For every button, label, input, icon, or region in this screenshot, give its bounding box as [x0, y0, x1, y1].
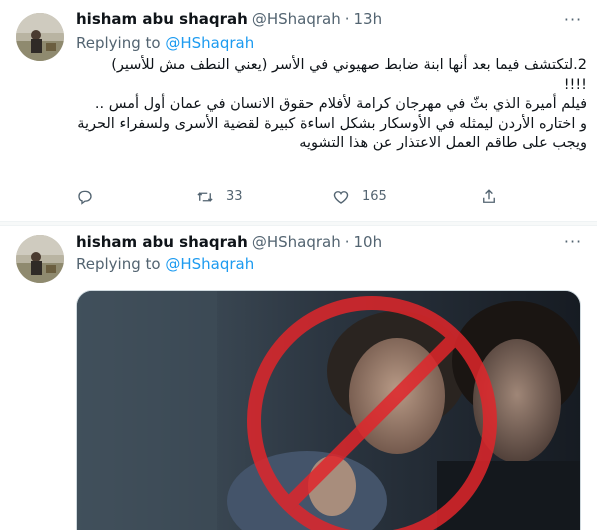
retweet-button[interactable]: 33 — [196, 186, 243, 208]
replying-to-label: Replying to — [76, 34, 166, 52]
more-options-button[interactable]: ··· — [563, 10, 583, 33]
author-handle[interactable]: @HShaqrah — [252, 9, 341, 29]
reply-button[interactable] — [76, 186, 94, 208]
replying-to-link[interactable]: @HShaqrah — [165, 255, 254, 273]
heart-icon — [333, 191, 349, 204]
avatar-image — [16, 13, 64, 61]
author-name[interactable]: hisham abu shaqrah — [76, 232, 248, 252]
separator: · — [344, 233, 350, 251]
share-button[interactable] — [480, 186, 498, 208]
tweet-text-line: !!!! — [563, 76, 587, 93]
replying-to: Replying to @HShaqrah — [76, 254, 254, 274]
replying-to-link[interactable]: @HShaqrah — [165, 34, 254, 52]
author-name[interactable]: hisham abu shaqrah — [76, 9, 248, 29]
tweet[interactable]: hisham abu shaqrah @HShaqrah · 13h ··· R… — [0, 0, 597, 221]
movie-still-image — [77, 291, 580, 530]
retweet-icon — [197, 192, 213, 202]
reply-icon — [78, 190, 92, 205]
tweet-header: hisham abu shaqrah @HShaqrah · 13h — [76, 9, 382, 29]
avatar-image — [16, 235, 64, 283]
replying-to: Replying to @HShaqrah — [76, 33, 254, 53]
tweet-actions: 33 165 — [76, 186, 516, 208]
more-horizontal-icon: ··· — [563, 10, 583, 29]
share-icon — [483, 189, 495, 203]
tweet-text-line: ويجب على طاقم العمل الاعتذار عن هذا التش… — [299, 135, 587, 151]
avatar[interactable] — [16, 235, 64, 283]
tweet-time[interactable]: 10h — [354, 232, 383, 252]
tweet-text-line: و اختاره الأردن ليمثله في الأوسكار بشكل … — [77, 115, 587, 132]
more-horizontal-icon: ··· — [563, 232, 583, 251]
retweet-count: 33 — [226, 189, 243, 204]
author-handle[interactable]: @HShaqrah — [252, 232, 341, 252]
avatar[interactable] — [16, 13, 64, 61]
tweet-text-line: فيلم أميرة الذي بثّ في مهرجان كرامة لأفل… — [94, 96, 587, 112]
like-button[interactable]: 165 — [332, 186, 387, 208]
tweet-text-line: 2.لتكتشف فيما بعد أنها ابنة ضابط صهيوني … — [111, 57, 587, 73]
tweet-time[interactable]: 13h — [354, 9, 383, 29]
tweet-text: 2.لتكتشف فيما بعد أنها ابنة ضابط صهيوني … — [76, 56, 587, 154]
like-count: 165 — [362, 189, 387, 204]
replying-to-label: Replying to — [76, 255, 166, 273]
more-options-button[interactable]: ··· — [563, 232, 583, 255]
separator: · — [344, 10, 350, 28]
tweet-header: hisham abu shaqrah @HShaqrah · 10h — [76, 232, 382, 252]
tweet-media-image[interactable] — [76, 290, 581, 530]
